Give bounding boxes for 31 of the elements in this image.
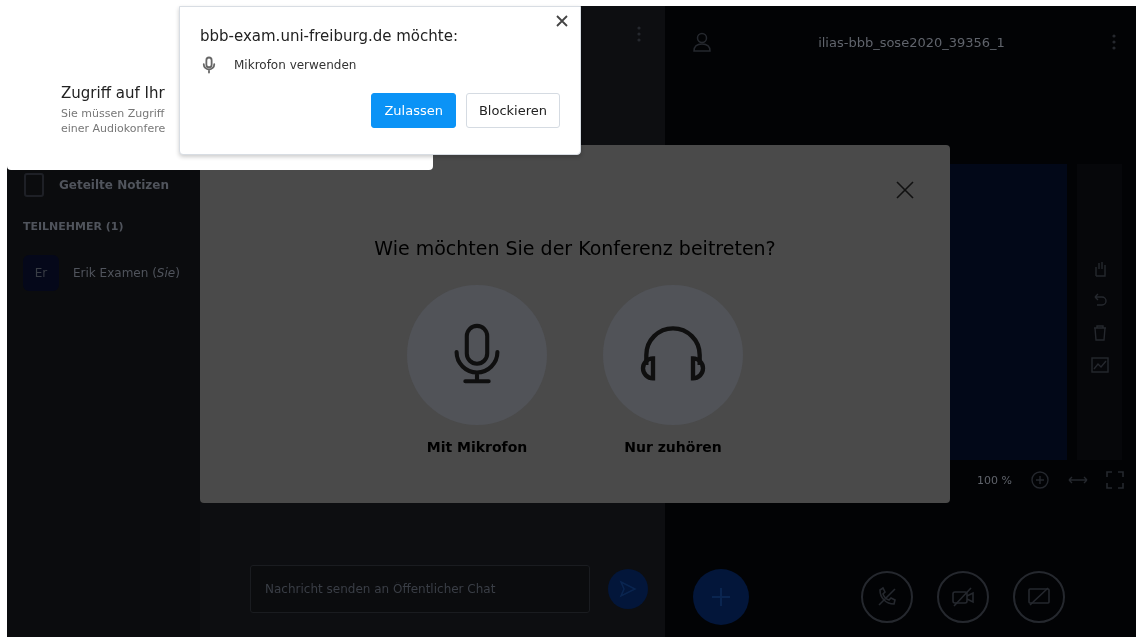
modal-title: Wie möchten Sie der Konferenz beitreten? (374, 237, 776, 259)
send-button[interactable] (608, 569, 648, 609)
notes-icon (23, 172, 45, 198)
actions-button[interactable] (693, 569, 749, 625)
sidebar-item[interactable]: Geteilte Notizen (59, 178, 169, 192)
screen-share-button[interactable] (1013, 571, 1065, 623)
zoom-in-icon[interactable] (1030, 470, 1050, 490)
allow-button[interactable]: Zulassen (371, 93, 456, 128)
screen-share-off-icon (1027, 586, 1051, 608)
presentation-title: ilias-bbb_sose2020_39356_1 (817, 34, 1006, 50)
fit-width-icon[interactable] (1068, 474, 1088, 486)
user-icon[interactable] (693, 32, 711, 52)
section-heading: TEILNEHMER (1) (23, 220, 125, 233)
zoom-level: 100 % (977, 473, 1012, 487)
fullscreen-icon[interactable] (1106, 471, 1124, 489)
more-icon[interactable] (1112, 34, 1116, 50)
notice-title: Zugriff auf Ihr (61, 84, 166, 102)
block-button[interactable]: Blockieren (465, 93, 560, 128)
permission-label: Mikrofon verwenden (234, 58, 357, 72)
camera-off-icon (951, 586, 975, 608)
participant-name[interactable]: Erik Examen (Sie) (73, 266, 180, 280)
chart-icon[interactable] (1090, 356, 1109, 374)
prompt-title: bbb-exam.uni-freiburg.de möchte: (200, 27, 459, 45)
close-icon[interactable] (556, 15, 568, 27)
audio-button[interactable] (861, 571, 913, 623)
notice-text: Sie müssen Zugriff (61, 106, 165, 121)
phone-off-icon (876, 586, 898, 608)
video-button[interactable] (937, 571, 989, 623)
microphone-icon (200, 55, 218, 75)
notice-text: einer Audiokonfere (61, 121, 166, 136)
message-input[interactable]: Nachricht senden an Öffentlicher Chat (250, 565, 590, 613)
